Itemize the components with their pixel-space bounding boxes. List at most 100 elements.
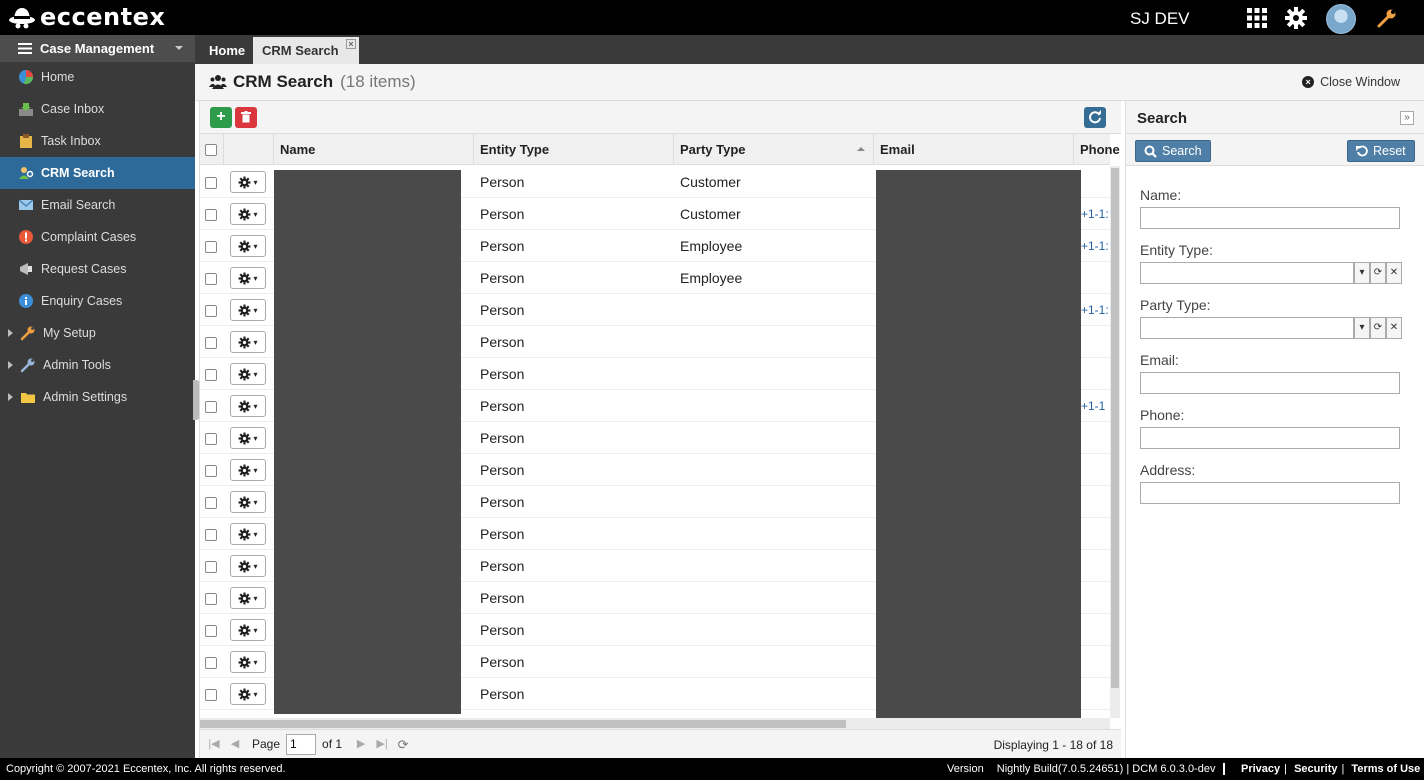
privacy-link[interactable]: Privacy [1241,763,1280,775]
refresh-icon[interactable]: ⟳ [1370,262,1386,284]
sidebar-item-email-search[interactable]: Email Search [0,189,195,221]
row-actions-button[interactable]: ▾ [230,363,266,385]
row-checkbox[interactable] [205,337,217,349]
row-actions-button[interactable]: ▾ [230,459,266,481]
clear-icon[interactable]: ✕ [1386,262,1402,284]
last-page-icon[interactable]: ▶| [375,737,389,751]
scrollbar-thumb[interactable] [200,720,846,728]
collapse-panel-icon[interactable]: » [1400,111,1414,125]
delete-button[interactable] [235,107,257,128]
phone-field[interactable] [1140,427,1400,449]
row-checkbox[interactable] [205,689,217,701]
user-name[interactable]: SJ DEV [1130,9,1190,29]
vertical-scrollbar[interactable] [1110,166,1120,718]
row-actions-button[interactable]: ▾ [230,555,266,577]
chevron-down-icon[interactable]: ▾ [1354,262,1370,284]
phone-link[interactable]: +1-1: [1081,230,1110,262]
user-avatar[interactable] [1326,4,1356,34]
select-all-checkbox[interactable] [205,143,217,156]
expand-arrow-icon[interactable] [8,361,13,369]
phone-link[interactable]: +1-1: [1081,198,1110,230]
row-actions-button[interactable]: ▾ [230,235,266,257]
row-actions-button[interactable]: ▾ [230,331,266,353]
scrollbar-thumb[interactable] [1111,168,1119,688]
phone-link[interactable] [1081,582,1110,614]
party-type-input[interactable] [1140,317,1354,339]
row-checkbox[interactable] [205,561,217,573]
row-checkbox[interactable] [205,305,217,317]
row-checkbox[interactable] [205,177,217,189]
column-header-entity-type[interactable]: Entity Type [474,134,674,165]
row-checkbox[interactable] [205,401,217,413]
sidebar-item-home[interactable]: Home [0,61,195,93]
phone-link[interactable] [1081,262,1110,294]
email-field[interactable] [1140,372,1400,394]
row-checkbox[interactable] [205,497,217,509]
entity-type-input[interactable] [1140,262,1354,284]
close-tab-icon[interactable]: × [346,39,356,49]
row-checkbox[interactable] [205,625,217,637]
row-checkbox[interactable] [205,209,217,221]
entity-type-select[interactable]: ▾ ⟳ ✕ [1140,262,1402,284]
phone-link[interactable] [1081,422,1110,454]
row-actions-button[interactable]: ▾ [230,619,266,641]
phone-link[interactable]: +1-1 [1081,390,1110,422]
column-header-phone[interactable]: Phone [1074,134,1124,165]
name-field[interactable] [1140,207,1400,229]
sidebar-item-my-setup[interactable]: My Setup [0,317,195,349]
phone-link[interactable] [1081,486,1110,518]
first-page-icon[interactable]: |◀ [207,737,221,751]
phone-link[interactable] [1081,454,1110,486]
phone-link[interactable] [1081,550,1110,582]
clear-icon[interactable]: ✕ [1386,317,1402,339]
row-actions-button[interactable]: ▾ [230,491,266,513]
row-actions-button[interactable]: ▾ [230,587,266,609]
party-type-select[interactable]: ▾ ⟳ ✕ [1140,317,1402,339]
sidebar-item-task-inbox[interactable]: Task Inbox [0,125,195,157]
refresh-button[interactable] [1084,107,1106,128]
refresh-icon[interactable]: ⟳ [1370,317,1386,339]
expand-arrow-icon[interactable] [8,393,13,401]
phone-link[interactable] [1081,614,1110,646]
row-actions-button[interactable]: ▾ [230,395,266,417]
settings-gear-icon[interactable] [1284,6,1308,30]
row-checkbox[interactable] [205,593,217,605]
phone-link[interactable] [1081,358,1110,390]
row-checkbox[interactable] [205,657,217,669]
horizontal-scrollbar[interactable] [200,718,1110,729]
reload-icon[interactable]: ⟳ [396,737,410,752]
phone-link[interactable] [1081,166,1110,198]
security-link[interactable]: Security [1294,763,1337,775]
apps-grid-icon[interactable] [1245,6,1269,30]
row-actions-button[interactable]: ▾ [230,171,266,193]
expand-arrow-icon[interactable] [8,329,13,337]
row-actions-button[interactable]: ▾ [230,203,266,225]
column-header-party-type[interactable]: Party Type [674,134,874,165]
next-page-icon[interactable]: ▶ [354,737,368,751]
previous-page-icon[interactable]: ◀ [228,737,242,751]
address-field[interactable] [1140,482,1400,504]
chevron-down-icon[interactable] [175,46,183,50]
row-actions-button[interactable]: ▾ [230,683,266,705]
close-window-button[interactable]: × Close Window [1302,75,1400,89]
column-header-name[interactable]: Name [274,134,474,165]
logo[interactable]: eccentex [8,3,165,31]
phone-link[interactable] [1081,646,1110,678]
tab-crm-search[interactable]: CRM Search × [253,37,359,64]
sidebar-item-admin-settings[interactable]: Admin Settings [0,381,195,413]
tab-home[interactable]: Home [200,37,256,64]
sidebar-item-admin-tools[interactable]: Admin Tools [0,349,195,381]
sidebar-item-complaint-cases[interactable]: Complaint Cases [0,221,195,253]
phone-link[interactable] [1081,518,1110,550]
row-actions-button[interactable]: ▾ [230,427,266,449]
search-button[interactable]: Search [1135,140,1211,162]
row-actions-button[interactable]: ▾ [230,523,266,545]
terms-link[interactable]: Terms of Use [1351,763,1420,775]
phone-link[interactable]: +1-1: [1081,294,1110,326]
column-header-email[interactable]: Email [874,134,1074,165]
page-number-input[interactable] [286,733,317,755]
wrench-icon[interactable] [1375,6,1399,30]
phone-link[interactable] [1081,326,1110,358]
sidebar-item-enquiry-cases[interactable]: Enquiry Cases [0,285,195,317]
row-checkbox[interactable] [205,241,217,253]
